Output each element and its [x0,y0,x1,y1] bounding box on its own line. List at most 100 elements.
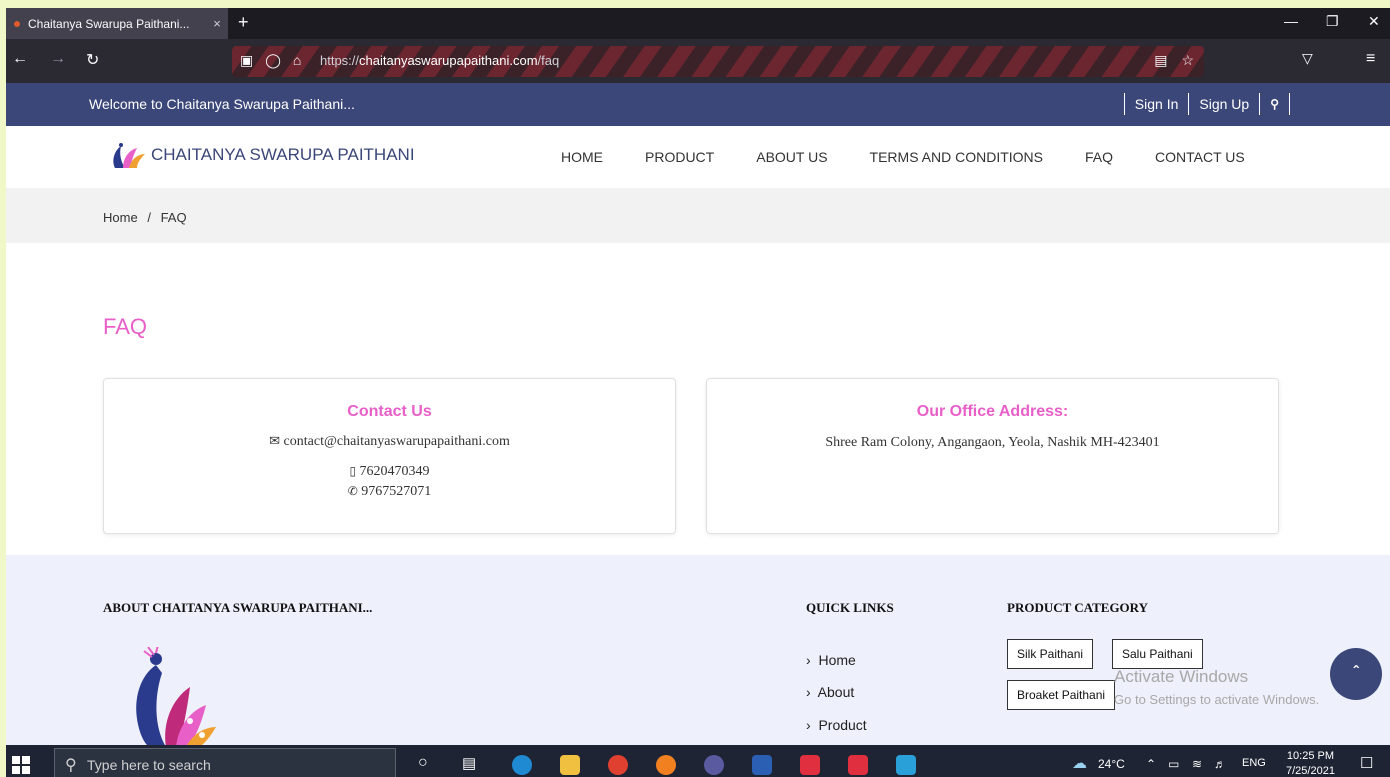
url-host: chaitanyaswarupapaithani.com [359,53,538,68]
sign-in-link[interactable]: Sign In [1135,96,1179,112]
anydesk-second-icon[interactable] [848,755,868,775]
site-footer: ABOUT CHAITANYA SWARUPA PAITHANI... QUIC… [6,555,1390,752]
bookmark-star-icon[interactable]: ☆ [1181,52,1194,69]
minimize-icon[interactable]: — [1284,13,1298,29]
shield-icon[interactable]: ◯ [265,52,281,69]
browser-tab-bar: Chaitanya Swarupa Paithani... × + — ❐ ✕ [6,8,1390,39]
volume-icon[interactable]: ♬ [1214,757,1226,771]
reader-icon[interactable]: ▤ [1154,52,1167,69]
language-indicator[interactable]: ENG [1242,757,1266,769]
edge-icon[interactable] [512,755,532,775]
breadcrumb-home[interactable]: Home [103,210,138,225]
site-logo[interactable]: CHAITANYA SWARUPA PAITHANI [109,140,415,170]
system-clock[interactable]: 10:25 PM 7/25/2021 [1286,749,1335,777]
clock-time: 10:25 PM [1286,750,1335,762]
divider [1259,93,1261,115]
divider [1188,93,1190,115]
quick-link-product[interactable]: › Product [806,717,867,733]
contact-heading: Contact Us [347,403,432,420]
search-icon[interactable]: ⚲ [1270,97,1279,111]
contact-card: Contact Us ✉ contact@chaitanyaswarupapai… [103,378,676,534]
menu-item-terms[interactable]: TERMS AND CONDITIONS [870,149,1043,165]
office-card: Our Office Address: Shree Ram Colony, An… [706,378,1279,534]
activate-windows-subtitle: Go to Settings to activate Windows. [1114,692,1320,707]
windows-taskbar: ⚲ Type here to search ○ ▤ ☁ 24°C ⌃ ▭ ≋ ♬… [6,745,1390,777]
menu-icon[interactable]: ≡ [1366,50,1375,68]
category-salu-paithani[interactable]: Salu Paithani [1112,639,1203,669]
sign-up-link[interactable]: Sign Up [1199,96,1249,112]
chrome-icon[interactable] [608,755,628,775]
search-icon: ⚲ [65,757,77,774]
logo-text: CHAITANYA SWARUPA PAITHANI [151,145,415,164]
taskbar-search-input[interactable]: ⚲ Type here to search [54,748,396,777]
clock-date: 7/25/2021 [1286,765,1335,777]
browser-tab[interactable]: Chaitanya Swarupa Paithani... × [6,8,228,39]
photos-icon[interactable] [896,755,916,775]
close-window-icon[interactable]: ✕ [1368,13,1380,30]
anydesk-icon[interactable] [800,755,820,775]
breadcrumb-separator: / [147,210,151,225]
url-text[interactable]: https://chaitanyaswarupapaithani.com/faq [320,53,559,68]
cortana-icon[interactable]: ○ [418,754,428,772]
wifi-icon[interactable]: ≋ [1192,757,1202,771]
temperature-text[interactable]: 24°C [1098,757,1125,771]
word-icon[interactable] [752,755,772,775]
lock-icon[interactable]: ⌂ [293,52,301,69]
file-explorer-icon[interactable] [560,755,580,775]
favicon-icon [14,20,20,27]
restore-icon[interactable]: ❐ [1326,13,1339,30]
weather-cloud-icon[interactable]: ☁ [1072,754,1087,772]
office-address: Shree Ram Colony, Angangaon, Yeola, Nash… [825,435,1160,450]
tab-title: Chaitanya Swarupa Paithani... [28,16,190,31]
tracking-icon[interactable]: ▣ [240,52,253,69]
peacock-logo-icon [113,143,145,168]
menu-item-faq[interactable]: FAQ [1085,149,1113,165]
forward-icon[interactable]: → [50,50,66,68]
scroll-to-top-button[interactable]: ˆ [1330,648,1382,700]
back-icon[interactable]: ← [12,50,28,68]
contact-phone[interactable]: 9767527071 [361,484,431,499]
site-topbar: Welcome to Chaitanya Swarupa Paithani...… [6,83,1390,126]
breadcrumb-current: FAQ [160,210,187,225]
notifications-icon[interactable]: ☐ [1360,754,1373,772]
divider [1289,93,1290,115]
browser-nav-bar: ← → ↻ ▣ ◯ ⌂ https://chaitanyaswarupapait… [6,39,1390,83]
taskbar-search-placeholder: Type here to search [87,757,211,773]
menu-item-home[interactable]: HOME [561,149,603,165]
divider [1123,93,1125,115]
menu-item-about-us[interactable]: ABOUT US [756,149,827,165]
eclipse-icon[interactable] [704,755,724,775]
url-scheme: https:// [320,53,360,68]
task-view-icon[interactable]: ▤ [462,754,476,772]
reload-icon[interactable]: ↻ [86,50,99,70]
quick-link-about[interactable]: › About [806,684,854,700]
product-category-heading: PRODUCT CATEGORY [1007,600,1148,615]
firefox-icon[interactable] [656,755,676,775]
mobile-icon: ▯ [349,464,357,478]
category-silk-paithani[interactable]: Silk Paithani [1007,639,1094,669]
peacock-footer-logo-icon [136,647,216,752]
category-broaket-paithani[interactable]: Broaket Paithani [1007,680,1116,710]
quick-links-heading: QUICK LINKS [806,600,894,615]
battery-icon[interactable]: ▭ [1168,757,1179,771]
new-tab-icon[interactable]: + [238,12,249,33]
welcome-text: Welcome to Chaitanya Swarupa Paithani... [89,96,355,112]
main-menu: HOME PRODUCT ABOUT US TERMS AND CONDITIO… [561,149,1287,165]
tab-close-icon[interactable]: × [206,16,228,31]
phone-icon: ✆ [347,484,358,498]
breadcrumb: Home / FAQ [6,188,1390,243]
windows-start-icon[interactable] [12,756,30,774]
pocket-icon[interactable]: ▽ [1302,50,1313,67]
contact-email[interactable]: contact@chaitanyaswarupapaithani.com [284,434,510,449]
screen: Chaitanya Swarupa Paithani... × + — ❐ ✕ … [6,8,1390,777]
contact-mobile[interactable]: 7620470349 [360,464,430,479]
quick-link-home[interactable]: › Home [806,652,856,668]
tray-chevron-icon[interactable]: ⌃ [1146,757,1156,771]
address-bar[interactable]: ▣ ◯ ⌂ https://chaitanyaswarupapaithani.c… [232,46,1204,77]
url-path: /faq [537,53,560,68]
menu-item-product[interactable]: PRODUCT [645,149,714,165]
about-heading: ABOUT CHAITANYA SWARUPA PAITHANI... [103,600,373,615]
account-links: Sign In Sign Up ⚲ [1114,93,1300,115]
menu-item-contact-us[interactable]: CONTACT US [1155,149,1245,165]
email-line: ✉ contact@chaitanyaswarupapaithani.com [104,433,675,450]
